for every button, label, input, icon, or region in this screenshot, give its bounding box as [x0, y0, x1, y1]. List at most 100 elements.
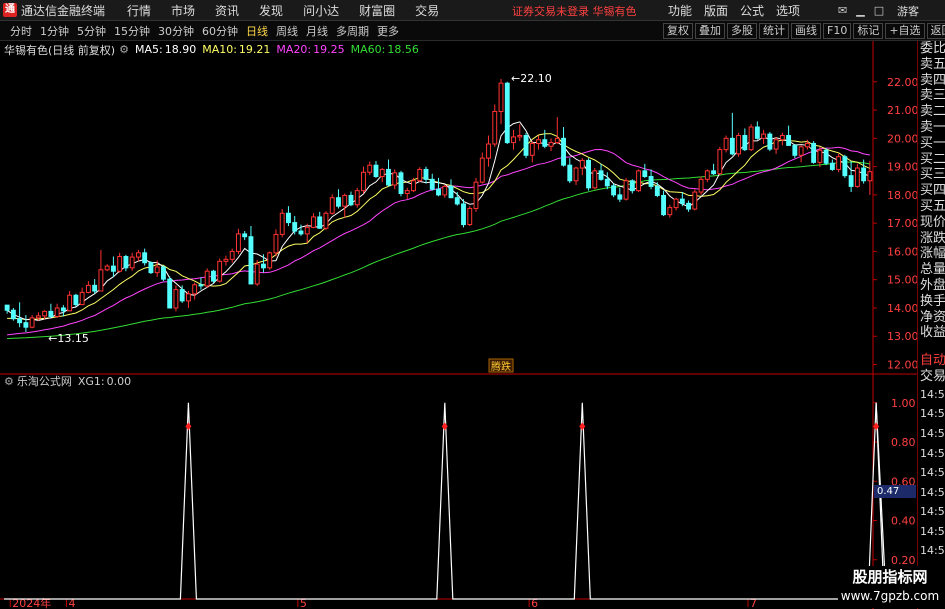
candle-body-down: [686, 202, 692, 210]
right-menu-item[interactable]: 版面: [698, 2, 734, 19]
candle-body-down: [629, 180, 635, 192]
chart-tool-button[interactable]: 叠加: [695, 23, 725, 39]
candle-body-down: [210, 270, 216, 282]
candle-body-up: [85, 284, 91, 293]
chart-tool-button[interactable]: 多股: [727, 23, 757, 39]
ma-value: 18.56: [387, 43, 419, 56]
settings-gear-icon[interactable]: ⚙: [4, 375, 14, 388]
quote-label: 卖四: [920, 72, 945, 88]
candle-body-down: [73, 294, 79, 306]
candle-body-up: [548, 142, 554, 147]
right-menu-item[interactable]: 选项: [770, 2, 806, 19]
indicator-tick-label: 0.20: [891, 554, 916, 567]
indicator-tick-label: 0.80: [891, 436, 916, 449]
trade-time: 14:56: [920, 407, 945, 421]
settings-gear-icon[interactable]: ⚙: [119, 43, 129, 56]
chart-area[interactable]: 12.00 13.00 14.00 15.00 16.00 17.00 18.00 19.00…: [0, 41, 917, 609]
right-menu-item[interactable]: 公式: [734, 2, 770, 19]
quote-label: 委比: [920, 41, 945, 56]
chart-tool-button[interactable]: 标记: [853, 23, 884, 39]
candlestick: [673, 197, 679, 211]
candlestick: [504, 81, 510, 144]
candle-body-up: [467, 207, 473, 226]
period-tab[interactable]: 日线: [242, 23, 272, 39]
period-tab[interactable]: 更多: [373, 23, 403, 39]
app-title: 通达信金融终端: [21, 3, 106, 18]
candlestick: [423, 166, 429, 184]
candle-body-down: [10, 309, 16, 320]
period-tab[interactable]: 多周期: [332, 23, 373, 39]
candlestick: [110, 256, 116, 277]
period-tab[interactable]: 15分钟: [110, 23, 154, 39]
period-tab[interactable]: 周线: [272, 23, 302, 39]
auto-trade-label[interactable]: 自动: [918, 353, 945, 369]
candlestick: [242, 231, 248, 241]
candlestick: [336, 189, 341, 209]
candle-body-down: [786, 135, 792, 146]
candlestick: [823, 148, 829, 166]
quote-label: 总量: [920, 262, 945, 278]
period-tab[interactable]: 分时: [6, 23, 36, 39]
candlestick: [517, 124, 523, 142]
ma-value: 19.21: [238, 43, 271, 56]
login-status[interactable]: 证券交易未登录 华锡有色: [512, 3, 637, 19]
ma-legend-item: MA10: 19.21: [202, 43, 270, 56]
candlestick: [692, 189, 698, 211]
price-tick-label: 16.00: [887, 245, 917, 258]
quote-label: 净资: [920, 309, 945, 325]
minimize-icon[interactable]: ▁: [856, 4, 864, 17]
price-tick-label: 12.00: [887, 359, 917, 372]
candle-body-down: [504, 82, 510, 144]
candle-body-down: [861, 167, 867, 182]
chart-tool-button[interactable]: 复权: [663, 23, 693, 39]
menu-item[interactable]: 发现: [249, 2, 293, 19]
trade-label[interactable]: 交易: [918, 369, 945, 385]
candle-body-up: [704, 170, 710, 180]
chart-tool-button[interactable]: 统计: [759, 23, 789, 39]
candlestick: [129, 252, 135, 271]
candle-body-up: [42, 310, 48, 317]
trade-time: 14:56: [920, 485, 945, 499]
ma-value: 18.90: [164, 43, 197, 56]
candle-body-up: [392, 172, 398, 186]
candlestick: [467, 206, 473, 226]
candlestick: [711, 163, 717, 176]
candlestick: [279, 209, 285, 238]
quote-label: 卖二: [920, 104, 945, 120]
quote-panel[interactable]: 委比 卖五 卖四 卖三 卖二 卖一 买一 买二 买三 买四 买五 现价 涨跌 涨幅 总量 外盘 换手 净资 收益 自动…: [917, 41, 945, 609]
period-tab[interactable]: 30分钟: [154, 23, 198, 39]
price-tick-label: 22.00: [887, 76, 917, 89]
chart-svg[interactable]: 12.00 13.00 14.00 15.00 16.00 17.00 18.00 19.00…: [0, 41, 917, 609]
candle-body-down: [179, 289, 185, 302]
indicator-series-label: XG1:: [77, 374, 105, 388]
candlestick: [492, 104, 498, 147]
candle-body-up: [192, 284, 198, 295]
chart-tool-button[interactable]: 画线: [791, 23, 821, 39]
ma-label: MA60:: [350, 43, 386, 56]
maximize-icon[interactable]: □: [874, 4, 884, 17]
candlestick: [592, 168, 598, 190]
menu-item[interactable]: 行情: [117, 2, 161, 19]
menu-item[interactable]: 交易: [405, 2, 449, 19]
menu-item[interactable]: 资讯: [205, 2, 249, 19]
message-icon[interactable]: ✉: [838, 4, 847, 17]
menu-item[interactable]: 问小达: [293, 2, 349, 19]
candle-body-up: [229, 250, 235, 260]
right-menu-item[interactable]: 功能: [662, 2, 698, 19]
chart-tool-button[interactable]: +自选: [885, 23, 925, 39]
chart-tool-button[interactable]: F10: [823, 23, 852, 39]
trade-time: 14:56: [920, 544, 945, 558]
menu-item[interactable]: 财富圈: [349, 2, 405, 19]
event-badge[interactable]: 腾跌: [491, 360, 511, 373]
trade-time: 14:56: [920, 505, 945, 519]
period-tab[interactable]: 5分钟: [73, 23, 110, 39]
price-tick-label: 19.00: [887, 161, 917, 174]
candlestick: [529, 141, 535, 163]
chart-tool-button[interactable]: 返回: [926, 23, 945, 39]
menu-item[interactable]: 市场: [161, 2, 205, 19]
guest-user[interactable]: 游客: [897, 3, 919, 19]
period-tab[interactable]: 1分钟: [36, 23, 73, 39]
candlestick: [579, 158, 585, 176]
period-tab[interactable]: 60分钟: [198, 23, 242, 39]
period-tab[interactable]: 月线: [302, 23, 332, 39]
